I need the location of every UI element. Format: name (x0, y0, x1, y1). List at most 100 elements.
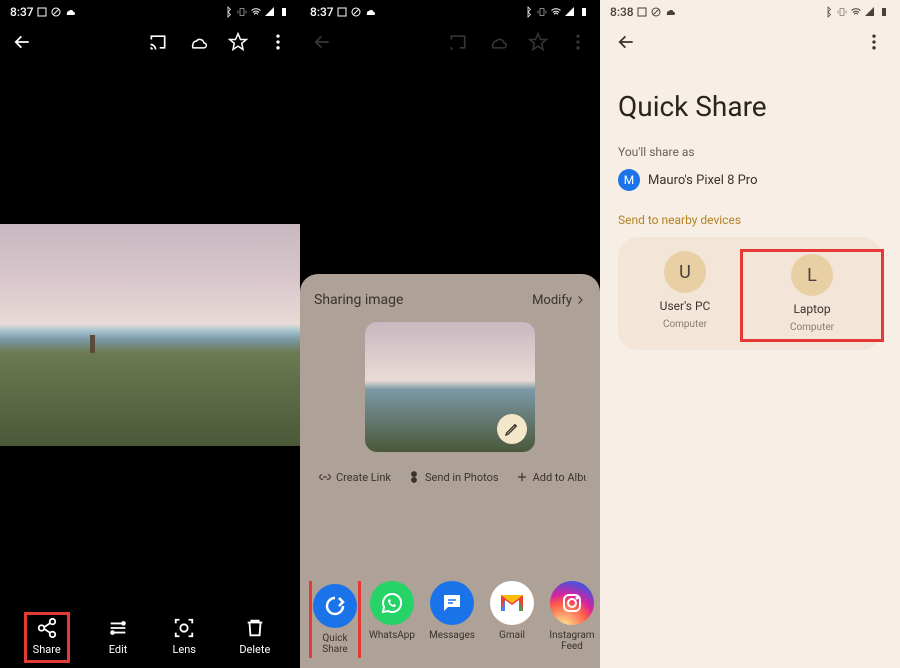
delete-button[interactable]: Delete (239, 617, 270, 656)
star-icon (528, 32, 548, 52)
cloud-backup-icon[interactable] (188, 32, 208, 52)
chip-label: Create Link (336, 471, 391, 484)
instagram-app[interactable]: Instagram Feed (546, 581, 598, 658)
device-avatar: L (791, 254, 833, 296)
lens-icon (173, 617, 195, 639)
panel-photo-viewer: 8:37 Share Edit (0, 0, 300, 668)
battery-icon (278, 6, 290, 18)
chip-label: Add to Album (533, 471, 586, 484)
gmail-app[interactable]: Gmail (486, 581, 538, 658)
action-label: Edit (109, 643, 128, 656)
empty-space (0, 60, 300, 224)
toolbar (600, 24, 900, 60)
modify-button[interactable]: Modify (532, 293, 586, 308)
cloud-icon (364, 6, 376, 18)
nearby-device-users-pc[interactable]: U User's PC Computer (628, 251, 742, 336)
dnd-icon (350, 6, 362, 18)
wifi-icon (850, 6, 862, 18)
dnd-icon (650, 6, 662, 18)
cloud-backup-icon (488, 32, 508, 52)
messages-app[interactable]: Messages (426, 581, 478, 658)
whatsapp-app[interactable]: WhatsApp (366, 581, 418, 658)
cloud-icon (64, 6, 76, 18)
signal-icon (564, 6, 576, 18)
share-sheet: Sharing image Modify Create Link Send in… (300, 274, 600, 668)
signal-icon (264, 6, 276, 18)
empty-space (0, 446, 300, 612)
action-label: Lens (172, 643, 196, 656)
edit-button[interactable]: Edit (107, 617, 129, 656)
page-title: Quick Share (618, 90, 882, 123)
action-label: Delete (239, 643, 270, 656)
status-time: 8:38 (610, 5, 634, 19)
instagram-icon (550, 581, 594, 625)
panel-quick-share: 8:38 Quick Share You'll share as M Mauro… (600, 0, 900, 668)
back-icon[interactable] (616, 32, 636, 52)
status-extra-icon (336, 6, 348, 18)
plus-icon (515, 470, 529, 484)
cast-icon[interactable] (148, 32, 168, 52)
share-icon (36, 617, 58, 639)
chip-label: Send in Photos (425, 471, 499, 484)
share-button[interactable]: Share (24, 612, 70, 663)
photo-content[interactable] (0, 224, 300, 446)
share-as-label: You'll share as (618, 145, 882, 159)
app-label: WhatsApp (369, 630, 415, 641)
panel-share-sheet: 8:37 Sharing image Modify (300, 0, 600, 668)
share-apps-row: Quick Share WhatsApp Messages Gmail (300, 581, 600, 658)
trash-icon (244, 617, 266, 639)
action-label: Share (33, 643, 61, 656)
photos-icon (407, 470, 421, 484)
device-type: Computer (790, 322, 834, 333)
more-icon[interactable] (864, 32, 884, 52)
battery-icon (578, 6, 590, 18)
send-in-photos-chip[interactable]: Send in Photos (407, 470, 499, 484)
quick-share-icon (313, 584, 357, 628)
back-icon (312, 32, 332, 52)
whatsapp-icon (370, 581, 414, 625)
wifi-icon (250, 6, 262, 18)
app-label: Quick Share (315, 633, 355, 655)
toolbar-dimmed (300, 24, 600, 60)
nearby-device-laptop[interactable]: L Laptop Computer (740, 249, 884, 342)
device-type: Computer (663, 319, 707, 330)
more-icon[interactable] (268, 32, 288, 52)
link-icon (318, 470, 332, 484)
status-bar: 8:38 (600, 0, 900, 24)
more-icon (568, 32, 588, 52)
bottom-action-bar: Share Edit Lens Delete (0, 612, 300, 668)
add-to-album-chip[interactable]: Add to Album (515, 470, 586, 484)
messages-icon (430, 581, 474, 625)
cloud-icon (664, 6, 676, 18)
status-extra-icon (636, 6, 648, 18)
back-icon[interactable] (12, 32, 32, 52)
vibrate-icon (536, 6, 548, 18)
quick-share-body: Quick Share You'll share as M Mauro's Pi… (600, 60, 900, 350)
app-label: Gmail (499, 630, 525, 641)
device-name: Laptop (793, 302, 830, 316)
device-avatar: U (664, 251, 706, 293)
lens-button[interactable]: Lens (172, 617, 196, 656)
scrim[interactable] (300, 60, 600, 274)
app-label: Instagram Feed (546, 630, 598, 652)
sheet-title: Sharing image (314, 292, 403, 308)
bluetooth-icon (822, 6, 834, 18)
quick-share-app[interactable]: Quick Share (309, 581, 361, 658)
quick-actions-row: Create Link Send in Photos Add to Album … (314, 466, 586, 500)
gmail-icon (490, 581, 534, 625)
bluetooth-icon (522, 6, 534, 18)
pencil-icon (504, 421, 520, 437)
create-link-chip[interactable]: Create Link (318, 470, 391, 484)
edit-preview-button[interactable] (497, 414, 527, 444)
device-name: User's PC (660, 299, 711, 313)
star-icon[interactable] (228, 32, 248, 52)
avatar: M (618, 169, 640, 191)
status-time: 8:37 (310, 5, 334, 19)
battery-icon (878, 6, 890, 18)
share-as-row[interactable]: M Mauro's Pixel 8 Pro (618, 169, 882, 191)
modify-label: Modify (532, 293, 572, 308)
signal-icon (864, 6, 876, 18)
status-bar: 8:37 (300, 0, 600, 24)
status-bar: 8:37 (0, 0, 300, 24)
bluetooth-icon (222, 6, 234, 18)
